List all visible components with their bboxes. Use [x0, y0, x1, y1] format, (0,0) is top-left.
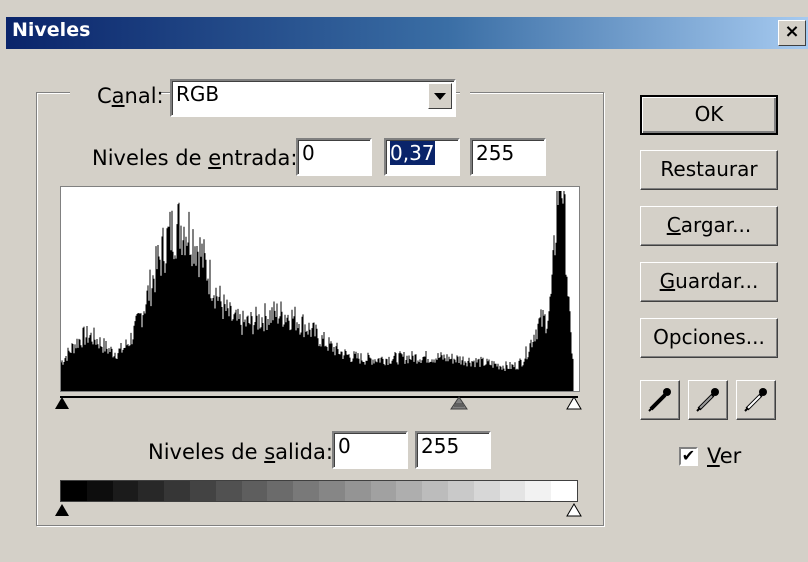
levels-dialog: Niveles × Canal: RGB Niveles de entrada:…: [0, 0, 808, 562]
gradient-step: [164, 481, 190, 501]
output-white-slider-handle[interactable]: [566, 503, 582, 517]
channel-value: RGB: [176, 82, 220, 106]
channel-select[interactable]: RGB: [170, 79, 456, 117]
black-eyedropper-button[interactable]: [640, 380, 680, 420]
gradient-step: [318, 481, 345, 501]
gradient-step: [112, 481, 139, 501]
gradient-step: [551, 481, 577, 501]
output-levels-label: Niveles de salida:: [148, 440, 333, 464]
input-gray-slider-handle[interactable]: [450, 396, 468, 410]
input-white-slider-handle[interactable]: [566, 396, 582, 410]
input-gamma-field[interactable]: 0,37: [384, 138, 460, 176]
gradient-step: [267, 481, 294, 501]
white-eyedropper-button[interactable]: [736, 380, 776, 420]
histogram-bars: [61, 191, 574, 391]
gradient-step: [86, 481, 113, 501]
channel-label: Canal:: [97, 84, 164, 108]
options-button[interactable]: Opciones...: [640, 318, 778, 358]
window-title: Niveles: [12, 19, 91, 41]
gradient-step: [525, 481, 552, 501]
gradient-step: [422, 481, 448, 501]
output-gradient-bar: [60, 480, 578, 502]
white-eyedropper-icon: [744, 388, 767, 412]
reset-button[interactable]: Restaurar: [640, 150, 778, 190]
group-gap: [460, 80, 470, 110]
close-button[interactable]: ×: [778, 20, 806, 46]
histogram-frame: [60, 186, 580, 392]
histogram: [61, 191, 574, 391]
gradient-step: [241, 481, 268, 501]
gradient-step: [215, 481, 242, 501]
gradient-step: [138, 481, 165, 501]
chevron-down-icon[interactable]: [428, 83, 452, 109]
input-levels-label: Niveles de entrada:: [92, 146, 298, 170]
input-black-slider-handle[interactable]: [54, 396, 70, 410]
gradient-step: [396, 481, 423, 501]
gradient-step: [473, 481, 500, 501]
input-slider-track: [60, 396, 578, 398]
output-black-slider-handle[interactable]: [54, 503, 70, 517]
gradient-step: [61, 481, 87, 501]
preview-checkbox[interactable]: ✔: [679, 447, 698, 466]
save-button[interactable]: Guardar...: [640, 262, 778, 302]
gradient-step: [447, 481, 474, 501]
output-black-field[interactable]: 0: [332, 431, 408, 469]
input-white-field[interactable]: 255: [470, 138, 546, 176]
gradient-step: [189, 481, 216, 501]
preview-label: Ver: [707, 444, 742, 468]
gray-eyedropper-icon: [696, 388, 719, 412]
output-white-field[interactable]: 255: [415, 431, 491, 469]
black-eyedropper-icon: [648, 388, 671, 412]
gradient-step: [293, 481, 319, 501]
gamma-selected-text: 0,37: [390, 141, 435, 165]
title-bar[interactable]: Niveles ×: [6, 17, 808, 49]
gray-eyedropper-button[interactable]: [688, 380, 728, 420]
ok-button[interactable]: OK: [640, 95, 778, 135]
gradient-step: [370, 481, 397, 501]
gradient-step: [499, 481, 526, 501]
gradient-step: [344, 481, 371, 501]
load-button[interactable]: Cargar...: [640, 206, 778, 246]
input-black-field[interactable]: 0: [296, 138, 372, 176]
